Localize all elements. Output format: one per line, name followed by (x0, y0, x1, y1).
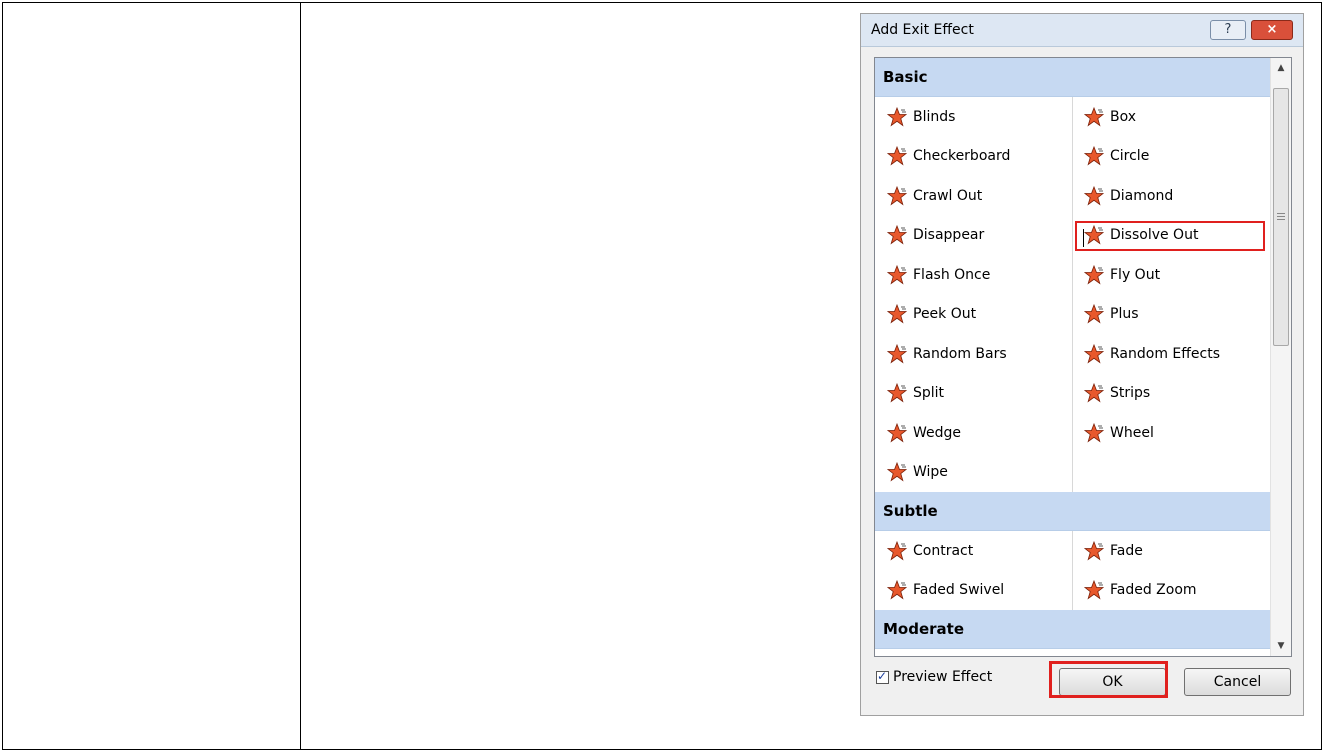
star-effect-icon (887, 540, 907, 561)
effect-item[interactable]: Split (875, 374, 1072, 414)
star-effect-icon (1084, 383, 1104, 403)
category-header: Moderate (875, 610, 1270, 649)
effect-label: Blinds (913, 108, 956, 125)
checkmark-icon: ✓ (877, 668, 888, 683)
preview-effect-checkbox-row[interactable]: ✓ Preview Effect (876, 669, 992, 685)
effect-item[interactable]: Box (1072, 97, 1269, 137)
grip-line (1277, 219, 1285, 220)
star-effect-icon (887, 185, 907, 206)
star-effect-icon (1084, 580, 1104, 600)
add-exit-effect-dialog: Add Exit Effect ? × Basic Blinds Box Checke… (860, 13, 1304, 716)
star-effect-icon (1084, 264, 1104, 285)
effect-label: Box (1110, 108, 1137, 125)
category-effects: Blinds Box Checkerboard Circle Crawl Out Diam… (875, 97, 1270, 492)
effect-item[interactable]: Random Effects (1072, 334, 1269, 374)
effect-label: Strips (1110, 385, 1151, 402)
star-effect-icon (887, 580, 907, 600)
effect-item[interactable]: Wheel (1072, 413, 1269, 453)
selected-effect-highlight (1075, 220, 1265, 251)
effect-item[interactable]: Fade (1072, 531, 1269, 571)
dialog-title: Add Exit Effect (871, 22, 974, 38)
vertical-scrollbar[interactable]: ▲ ▼ (1270, 58, 1291, 656)
effect-item[interactable]: Contract (875, 531, 1072, 571)
effect-item[interactable]: Diamond (1072, 176, 1269, 216)
effect-item[interactable]: Circle (1072, 137, 1269, 177)
effect-label: Split (913, 385, 945, 402)
dialog-titlebar: Add Exit Effect ? × (861, 14, 1303, 47)
effect-item[interactable]: Wipe (875, 453, 1072, 493)
effect-item[interactable]: Random Bars (875, 334, 1072, 374)
scroll-down-icon[interactable]: ▼ (1271, 636, 1291, 656)
category-header: Subtle (875, 492, 1270, 531)
star-effect-icon (1084, 106, 1104, 127)
star-effect-icon (887, 343, 907, 364)
scroll-thumb[interactable] (1273, 88, 1289, 346)
star-effect-icon (887, 422, 907, 443)
star-effect-icon (1084, 422, 1104, 443)
preview-effect-label: Preview Effect (893, 669, 993, 685)
effect-item[interactable]: Fly Out (1072, 255, 1269, 295)
grip-line (1277, 216, 1285, 217)
star-effect-icon (887, 462, 907, 482)
effect-label: Crawl Out (913, 187, 983, 204)
star-effect-icon (1084, 343, 1104, 364)
effects-grid: Basic Blinds Box Checkerboard Circle Crawl Ou… (875, 58, 1270, 649)
focus-caret (1083, 228, 1084, 247)
star-effect-icon (887, 146, 907, 166)
effect-label: Diamond (1110, 187, 1174, 204)
star-effect-icon (887, 264, 907, 285)
grip-line (1277, 213, 1285, 214)
effect-item[interactable]: Strips (1072, 374, 1269, 414)
empty-cell (1072, 453, 1269, 493)
effect-label: Faded Zoom (1110, 582, 1197, 599)
effect-label: Plus (1110, 306, 1139, 323)
star-effect-icon (887, 383, 907, 403)
effect-label: Wipe (913, 464, 948, 481)
close-icon[interactable]: × (1251, 20, 1293, 40)
effect-item[interactable]: Dissolve Out (1072, 216, 1269, 256)
cancel-button[interactable]: Cancel (1184, 668, 1291, 696)
effect-item[interactable]: Faded Zoom (1072, 571, 1269, 611)
effect-label: Checkerboard (913, 148, 1011, 165)
scroll-up-icon[interactable]: ▲ (1271, 58, 1291, 78)
effect-item[interactable]: Wedge (875, 413, 1072, 453)
effect-label: Disappear (913, 227, 985, 244)
help-icon[interactable]: ? (1210, 20, 1246, 40)
category-header: Basic (875, 58, 1270, 97)
star-effect-icon (1084, 304, 1104, 324)
star-effect-icon (887, 304, 907, 324)
star-effect-icon (887, 106, 907, 127)
star-effect-icon (1084, 540, 1104, 561)
effect-label: Fade (1110, 542, 1143, 559)
star-effect-icon (887, 225, 907, 245)
effect-label: Wedge (913, 424, 962, 441)
effect-label: Faded Swivel (913, 582, 1005, 599)
effect-item[interactable]: Disappear (875, 216, 1072, 256)
effect-item[interactable]: Flash Once (875, 255, 1072, 295)
table-column-divider (300, 2, 301, 750)
effect-label: Peek Out (913, 306, 977, 323)
ok-highlight-box (1049, 661, 1168, 698)
category-effects: Contract Fade Faded Swivel Faded Zoom (875, 531, 1270, 610)
preview-effect-checkbox[interactable]: ✓ (876, 668, 889, 684)
effect-label: Random Effects (1110, 345, 1220, 362)
effect-item[interactable]: Plus (1072, 295, 1269, 335)
effects-listbox[interactable]: Basic Blinds Box Checkerboard Circle Crawl Ou… (874, 57, 1292, 657)
star-effect-icon (1084, 185, 1104, 206)
effect-label: Wheel (1110, 424, 1154, 441)
effect-label: Contract (913, 542, 974, 559)
effect-label: Fly Out (1110, 266, 1161, 283)
effect-item[interactable]: Faded Swivel (875, 571, 1072, 611)
effect-label: Random Bars (913, 345, 1007, 362)
effect-item[interactable]: Checkerboard (875, 137, 1072, 177)
effect-label: Circle (1110, 148, 1150, 165)
effect-item[interactable]: Crawl Out (875, 176, 1072, 216)
column-separator (1072, 97, 1073, 492)
column-separator (1072, 531, 1073, 610)
effect-label: Flash Once (913, 266, 991, 283)
effect-item[interactable]: Peek Out (875, 295, 1072, 335)
star-effect-icon (1084, 146, 1104, 166)
effect-item[interactable]: Blinds (875, 97, 1072, 137)
